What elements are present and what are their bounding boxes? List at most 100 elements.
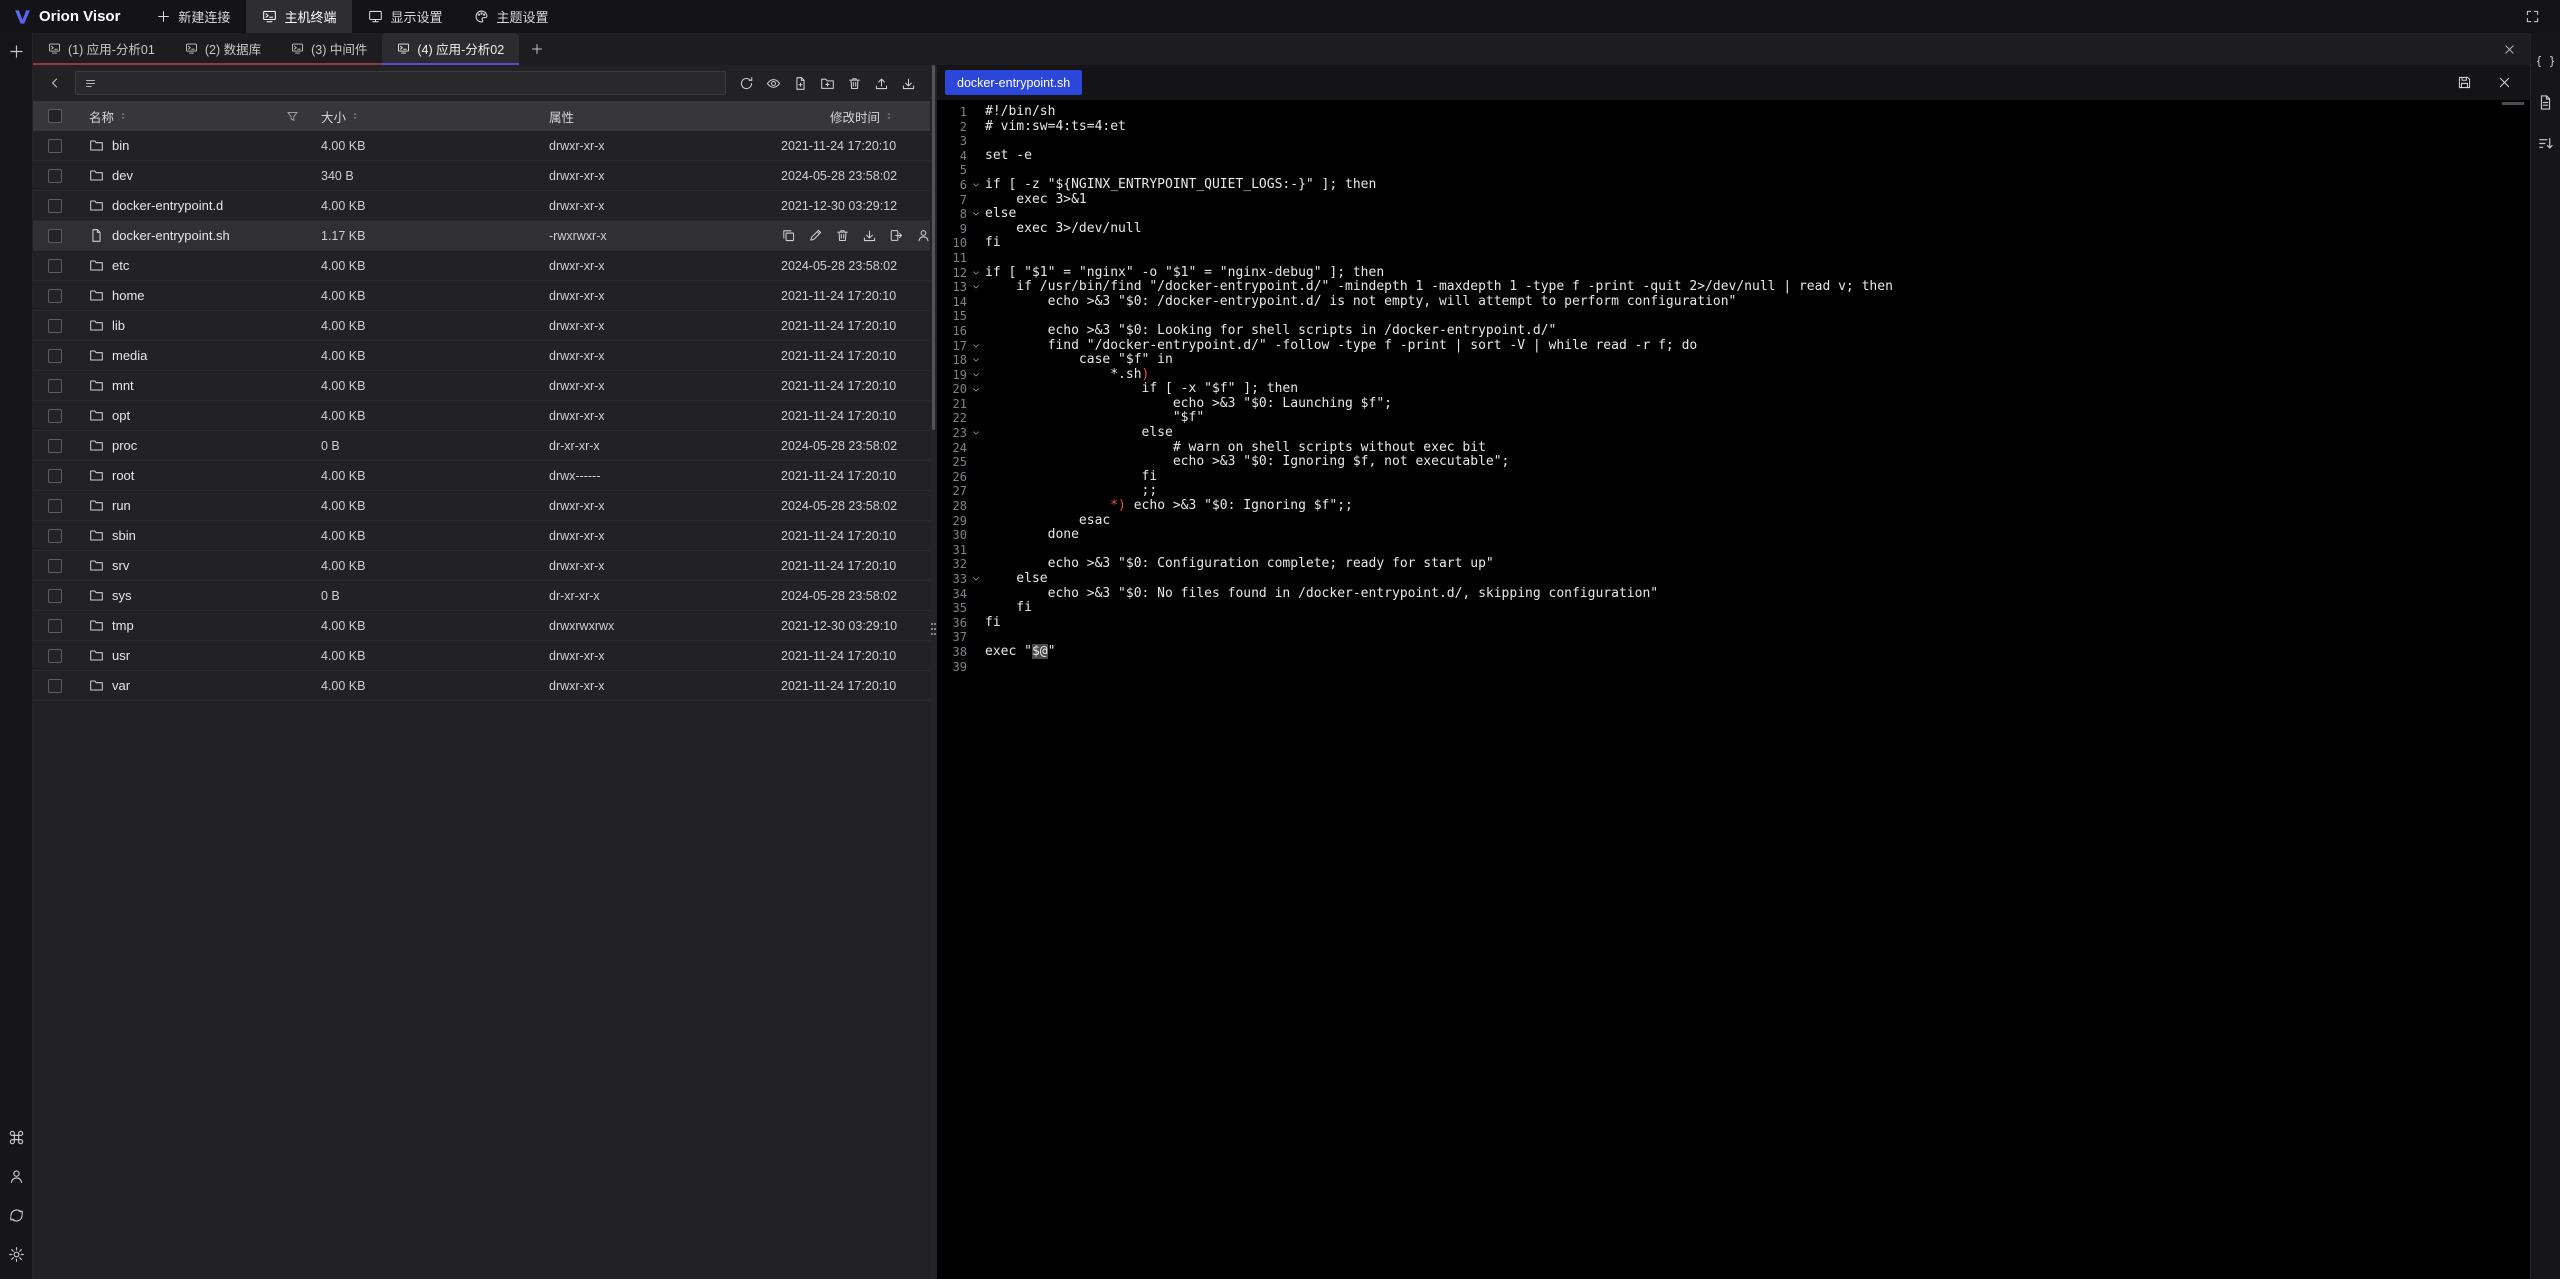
back-button[interactable]	[43, 71, 67, 95]
transfer-list-button[interactable]	[8, 1207, 25, 1224]
nav-item-new-connection[interactable]: 新建连接	[140, 0, 246, 33]
path-input[interactable]	[104, 76, 717, 90]
editor-tab[interactable]: docker-entrypoint.sh	[945, 70, 1082, 95]
fold-toggle[interactable]	[967, 426, 985, 441]
copy-path-button[interactable]	[781, 228, 796, 243]
file-name[interactable]: docker-entrypoint.sh	[112, 228, 230, 243]
file-row-sys[interactable]: sys0 Bdr-xr-xr-x2024-05-28 23:58:02	[33, 581, 930, 611]
editor-scrollbar-thumb[interactable]	[2502, 102, 2524, 105]
nav-item-display-settings[interactable]: 显示设置	[352, 0, 458, 33]
terminal-tab-1[interactable]: (1) 应用-分析01	[33, 33, 170, 65]
new-tab-button[interactable]	[519, 33, 555, 65]
file-name[interactable]: opt	[112, 408, 130, 423]
sort-lines-button[interactable]	[2537, 135, 2554, 152]
row-checkbox[interactable]	[48, 619, 62, 633]
file-name[interactable]: mnt	[112, 378, 134, 393]
new-file-button[interactable]	[788, 71, 812, 95]
file-name[interactable]: media	[112, 348, 147, 363]
row-checkbox[interactable]	[48, 529, 62, 543]
new-folder-button[interactable]	[815, 71, 839, 95]
file-row-lib[interactable]: lib4.00 KBdrwxr-xr-x2021-11-24 17:20:10	[33, 311, 930, 341]
file-row-proc[interactable]: proc0 Bdr-xr-xr-x2024-05-28 23:58:02	[33, 431, 930, 461]
file-row-mnt[interactable]: mnt4.00 KBdrwxr-xr-x2021-11-24 17:20:10	[33, 371, 930, 401]
file-manager-button[interactable]	[2537, 94, 2554, 111]
file-name[interactable]: home	[112, 288, 145, 303]
close-button[interactable]	[2492, 71, 2516, 95]
fold-toggle[interactable]	[967, 266, 985, 281]
file-row-docker-entrypoint.sh[interactable]: docker-entrypoint.sh1.17 KB-rwxrwxr-x	[33, 221, 930, 251]
file-name[interactable]: usr	[112, 648, 130, 663]
new-session-button[interactable]	[8, 43, 25, 60]
edit-button[interactable]	[808, 228, 823, 243]
file-name[interactable]: srv	[112, 558, 129, 573]
code-area[interactable]: 1#!/bin/sh2# vim:sw=4:ts=4:et34set -e56i…	[937, 100, 2530, 1279]
file-row-dev[interactable]: dev340 Bdrwxr-xr-x2024-05-28 23:58:02	[33, 161, 930, 191]
file-row-srv[interactable]: srv4.00 KBdrwxr-xr-x2021-11-24 17:20:10	[33, 551, 930, 581]
show-hidden-button[interactable]	[761, 71, 785, 95]
row-checkbox[interactable]	[48, 679, 62, 693]
file-row-sbin[interactable]: sbin4.00 KBdrwxr-xr-x2021-11-24 17:20:10	[33, 521, 930, 551]
fold-toggle[interactable]	[967, 382, 985, 397]
upload-button[interactable]	[869, 71, 893, 95]
col-name[interactable]: 名称	[89, 107, 114, 126]
brand[interactable]: Orion Visor	[0, 0, 140, 33]
permission-button[interactable]	[916, 228, 930, 243]
file-row-root[interactable]: root4.00 KBdrwx------2021-11-24 17:20:10	[33, 461, 930, 491]
col-size[interactable]: 大小	[321, 107, 346, 126]
file-name[interactable]: run	[112, 498, 131, 513]
fold-toggle[interactable]	[967, 280, 985, 295]
row-checkbox[interactable]	[48, 319, 62, 333]
col-time[interactable]: 修改时间	[830, 107, 880, 126]
row-checkbox[interactable]	[48, 259, 62, 273]
refresh-button[interactable]	[734, 71, 758, 95]
terminal-tab-2[interactable]: (2) 数据库	[170, 33, 276, 65]
settings-button[interactable]	[8, 1246, 25, 1263]
file-row-tmp[interactable]: tmp4.00 KBdrwxrwxrwx2021-12-30 03:29:10	[33, 611, 930, 641]
filter-button[interactable]	[286, 110, 299, 123]
user-center-button[interactable]	[8, 1168, 25, 1185]
move-button[interactable]	[889, 228, 904, 243]
row-checkbox[interactable]	[48, 289, 62, 303]
row-checkbox[interactable]	[48, 589, 62, 603]
file-name[interactable]: tmp	[112, 618, 134, 633]
select-all-checkbox[interactable]	[48, 109, 62, 123]
delete-button[interactable]	[835, 228, 850, 243]
file-name[interactable]: sys	[112, 588, 132, 603]
file-name[interactable]: docker-entrypoint.d	[112, 198, 223, 213]
file-name[interactable]: etc	[112, 258, 129, 273]
delete-button[interactable]	[842, 71, 866, 95]
file-row-opt[interactable]: opt4.00 KBdrwxr-xr-x2021-11-24 17:20:10	[33, 401, 930, 431]
row-checkbox[interactable]	[48, 169, 62, 183]
row-checkbox[interactable]	[48, 379, 62, 393]
row-checkbox[interactable]	[48, 229, 62, 243]
file-row-var[interactable]: var4.00 KBdrwxr-xr-x2021-11-24 17:20:10	[33, 671, 930, 701]
save-button[interactable]	[2452, 71, 2476, 95]
row-checkbox[interactable]	[48, 409, 62, 423]
terminal-tab-4[interactable]: (4) 应用-分析02	[382, 33, 519, 65]
row-checkbox[interactable]	[48, 559, 62, 573]
file-name[interactable]: proc	[112, 438, 137, 453]
fold-toggle[interactable]	[967, 368, 985, 383]
row-checkbox[interactable]	[48, 199, 62, 213]
file-row-run[interactable]: run4.00 KBdrwxr-xr-x2024-05-28 23:58:02	[33, 491, 930, 521]
fold-toggle[interactable]	[967, 178, 985, 193]
download-button[interactable]	[896, 71, 920, 95]
row-checkbox[interactable]	[48, 649, 62, 663]
file-row-usr[interactable]: usr4.00 KBdrwxr-xr-x2021-11-24 17:20:10	[33, 641, 930, 671]
file-name[interactable]: dev	[112, 168, 133, 183]
close-all-button[interactable]	[2488, 33, 2530, 65]
row-checkbox[interactable]	[48, 439, 62, 453]
download-button[interactable]	[862, 228, 877, 243]
file-name[interactable]: sbin	[112, 528, 136, 543]
fold-toggle[interactable]	[967, 339, 985, 354]
file-row-docker-entrypoint.d[interactable]: docker-entrypoint.d4.00 KBdrwxr-xr-x2021…	[33, 191, 930, 221]
panel-splitter[interactable]	[930, 65, 937, 1279]
file-row-media[interactable]: media4.00 KBdrwxr-xr-x2021-11-24 17:20:1…	[33, 341, 930, 371]
file-name[interactable]: var	[112, 678, 130, 693]
row-checkbox[interactable]	[48, 499, 62, 513]
row-checkbox[interactable]	[48, 349, 62, 363]
file-row-home[interactable]: home4.00 KBdrwxr-xr-x2021-11-24 17:20:10	[33, 281, 930, 311]
file-name[interactable]: bin	[112, 138, 129, 153]
fold-toggle[interactable]	[967, 207, 985, 222]
row-checkbox[interactable]	[48, 139, 62, 153]
